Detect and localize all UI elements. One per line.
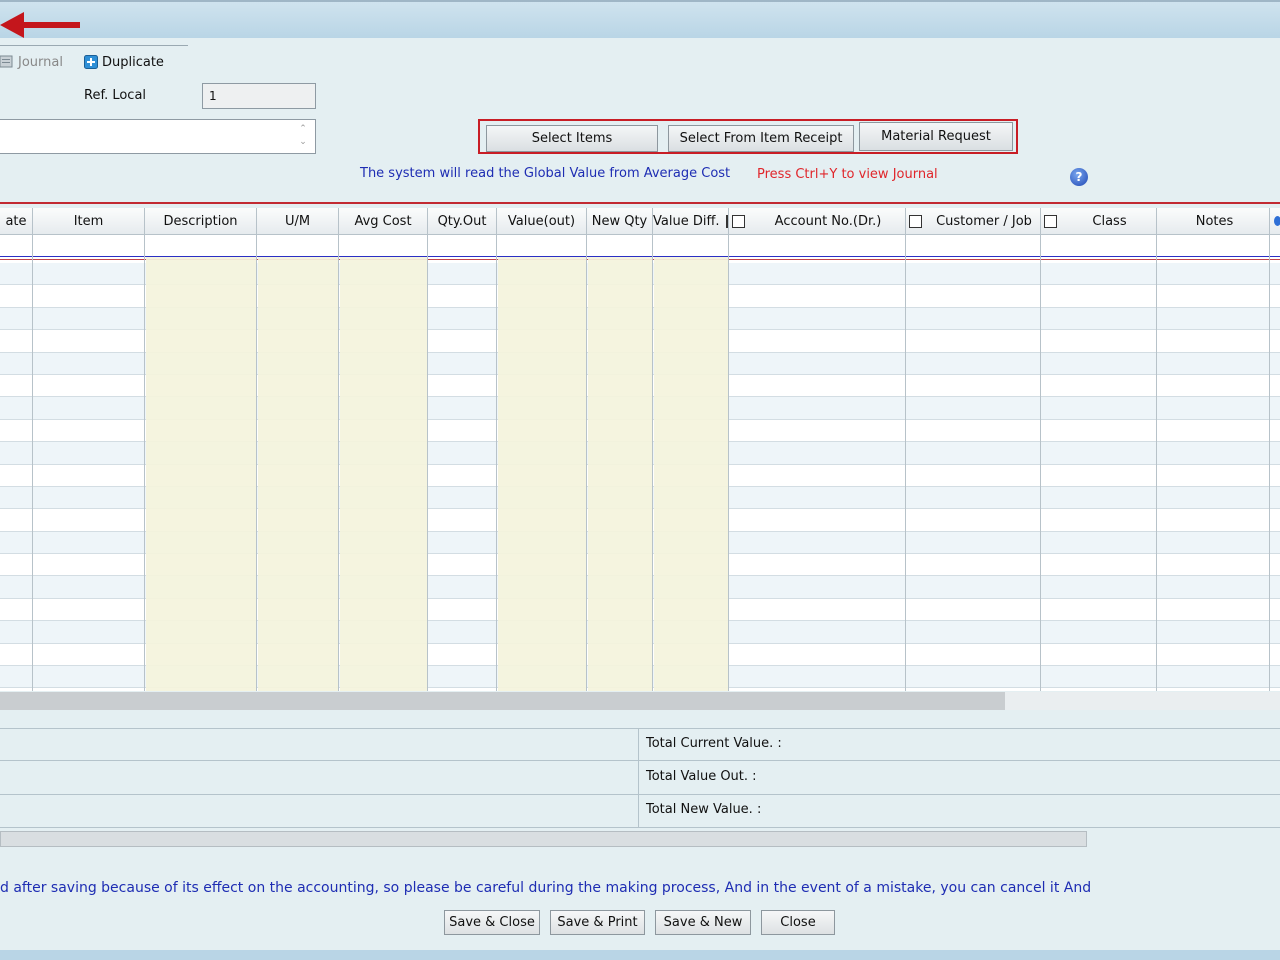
readonly-column-shade — [340, 257, 428, 691]
column-gridline — [144, 235, 145, 691]
column-header-label: Qty.Out — [437, 213, 487, 229]
column-header-label: Customer / Job — [936, 213, 1032, 229]
grid-top-border — [0, 202, 1280, 204]
column-header-6[interactable]: Value(out) — [497, 208, 587, 235]
close-button[interactable]: Close — [761, 910, 835, 935]
column-gridline — [496, 235, 497, 691]
duplicate-label: Duplicate — [102, 54, 164, 70]
totals-divider — [0, 794, 1280, 795]
column-gridline — [1156, 235, 1157, 691]
column-header-label: Description — [163, 213, 238, 229]
readonly-column-shade — [258, 257, 339, 691]
ref-local-input[interactable]: 1 — [202, 83, 316, 109]
journal-shortcut-hint: Press Ctrl+Y to view Journal — [757, 167, 938, 182]
new-row[interactable] — [0, 235, 1280, 257]
column-header-12[interactable]: Notes — [1157, 208, 1270, 235]
column-header-1[interactable]: Item — [33, 208, 145, 235]
column-header-label: U/M — [284, 213, 311, 229]
column-gridline — [652, 235, 653, 691]
back-arrow-icon[interactable] — [0, 10, 82, 40]
column-gridline — [32, 235, 33, 691]
item-selection-group: Select Items Select From Item Receipt Ma… — [478, 119, 1018, 154]
duplicate-icon — [84, 55, 98, 69]
column-header-0[interactable]: ate — [0, 208, 33, 235]
column-header-3[interactable]: U/M — [257, 208, 339, 235]
column-header-label: Notes — [1195, 213, 1234, 229]
material-request-button[interactable]: Material Request — [859, 122, 1013, 151]
global-value-note: The system will read the Global Value fr… — [360, 166, 731, 181]
journal-button[interactable]: Journal — [0, 52, 63, 72]
memo-scroll-arrows[interactable]: ⌃ ⌄ — [297, 123, 309, 151]
column-select-checkbox[interactable] — [909, 214, 922, 228]
column-header-label: Class — [1092, 213, 1127, 229]
memo-textarea[interactable]: ⌃ ⌄ — [0, 119, 316, 154]
scrollbar-thumb[interactable] — [0, 692, 1005, 710]
total-new-value-label: Total New Value. : — [646, 802, 762, 817]
column-gridline — [586, 235, 587, 691]
column-header-label: ate — [5, 213, 27, 229]
readonly-column-shade — [498, 257, 587, 691]
column-header-9[interactable]: Account No.(Dr.) — [729, 208, 906, 235]
column-header-label: Avg Cost — [354, 213, 412, 229]
column-gridline — [1269, 235, 1270, 691]
save-close-button[interactable]: Save & Close — [444, 910, 540, 935]
column-gridline — [338, 235, 339, 691]
column-header-8[interactable]: Value Diff. — [653, 208, 729, 235]
column-select-checkbox[interactable] — [725, 214, 728, 228]
column-header-label: Account No.(Dr.) — [774, 213, 882, 229]
save-print-button[interactable]: Save & Print — [550, 910, 645, 935]
total-value-out-label: Total Value Out. : — [646, 769, 757, 784]
totals-divider — [0, 728, 1280, 729]
column-header-11[interactable]: Class — [1041, 208, 1157, 235]
column-header-label: Value(out) — [507, 213, 576, 229]
help-icon[interactable]: ? — [1070, 168, 1088, 186]
window-titlebar — [0, 0, 1280, 38]
column-header-2[interactable]: Description — [145, 208, 257, 235]
duplicate-button[interactable]: Duplicate — [84, 52, 164, 72]
column-header-4[interactable]: Avg Cost — [339, 208, 428, 235]
journal-icon — [0, 55, 13, 68]
column-gridline — [1040, 235, 1041, 691]
column-header-label: Value Diff. — [653, 213, 720, 229]
grid-horizontal-scrollbar[interactable] — [0, 692, 1280, 710]
column-gridline — [427, 235, 428, 691]
select-from-item-receipt-button[interactable]: Select From Item Receipt — [668, 125, 854, 152]
column-gridline — [905, 235, 906, 691]
accounting-warning-notice: d after saving because of its effect on … — [0, 880, 1092, 896]
column-header-7[interactable]: New Qty — [587, 208, 653, 235]
readonly-column-shade — [654, 257, 729, 691]
column-header-5[interactable]: Qty.Out — [428, 208, 497, 235]
column-header-10[interactable]: Customer / Job — [906, 208, 1041, 235]
readonly-column-shade — [588, 257, 653, 691]
totals-panel: Total Current Value. : Total Value Out. … — [0, 728, 1280, 828]
toolbar-divider — [0, 45, 188, 46]
totals-divider — [0, 760, 1280, 761]
column-gridline — [256, 235, 257, 691]
journal-label: Journal — [18, 54, 63, 70]
items-grid[interactable]: ate Item Description U/M Avg Cost Qty.Out Valu… — [0, 208, 1280, 691]
column-select-checkbox[interactable] — [732, 214, 745, 228]
ref-local-label: Ref. Local — [84, 88, 147, 103]
readonly-column-shade — [146, 257, 257, 691]
column-select-checkbox[interactable] — [1044, 214, 1057, 228]
secondary-scrollbar[interactable] — [0, 831, 1087, 847]
totals-separator — [638, 728, 639, 828]
save-new-button[interactable]: Save & New — [655, 910, 751, 935]
column-gridline — [728, 235, 729, 691]
column-header-label: New Qty — [591, 213, 648, 229]
totals-divider — [0, 827, 1280, 828]
column-header-label: Item — [73, 213, 104, 229]
window-bottom-edge — [0, 950, 1280, 960]
select-items-button[interactable]: Select Items — [486, 125, 658, 152]
total-current-value-label: Total Current Value. : — [646, 736, 782, 751]
column-chooser-icon[interactable] — [1270, 208, 1280, 235]
